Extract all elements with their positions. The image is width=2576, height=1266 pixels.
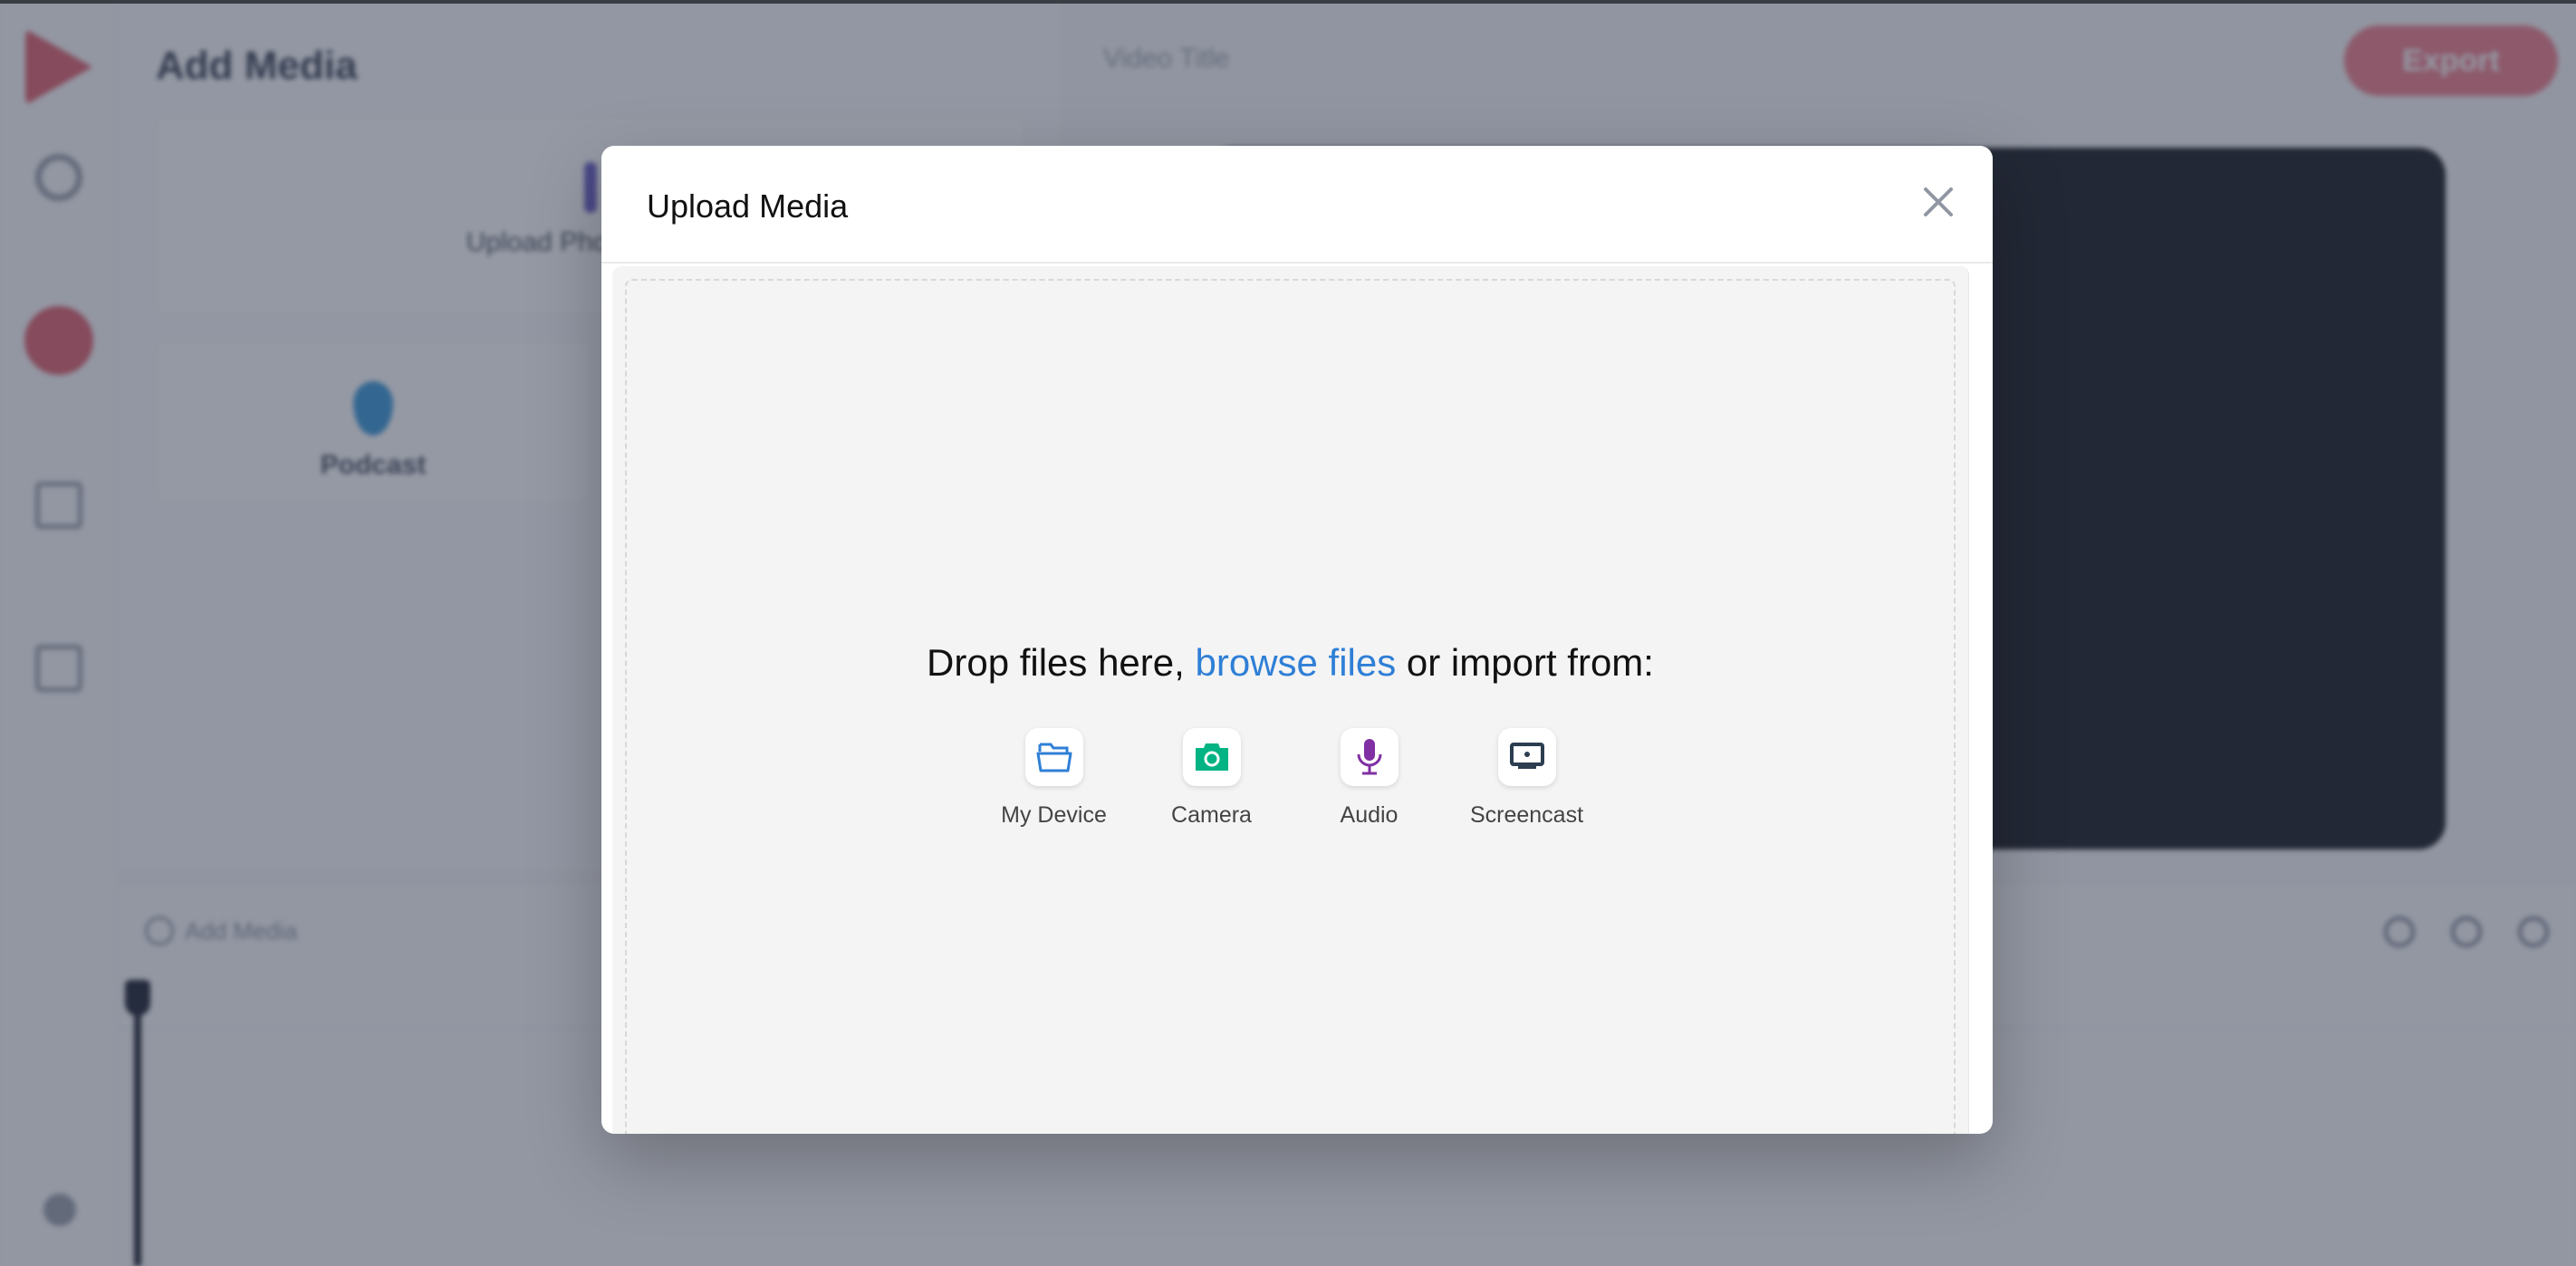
source-screencast[interactable]: Screencast (1448, 728, 1606, 829)
source-camera[interactable]: Camera (1133, 728, 1291, 829)
file-dropzone[interactable]: Drop files here, browse files or import … (625, 279, 1956, 1134)
import-sources: My Device Camera Audio Screencast (627, 728, 1954, 829)
dialog-header: Upload Media (601, 146, 1993, 264)
source-my-device[interactable]: My Device (976, 728, 1133, 829)
drop-instructions: Drop files here, browse files or import … (927, 641, 1654, 684)
upload-media-dialog: Upload Media Drop files here, browse fil… (601, 146, 1993, 1134)
dialog-body: Drop files here, browse files or import … (612, 266, 1969, 1134)
screencast-icon (1509, 743, 1544, 769)
window-top-edge (0, 0, 2576, 4)
dialog-title: Upload Media (647, 187, 849, 225)
folder-icon (1036, 743, 1072, 772)
source-audio[interactable]: Audio (1291, 728, 1448, 829)
microphone-icon (1357, 739, 1381, 775)
close-icon[interactable] (1918, 182, 1958, 222)
browse-files-link[interactable]: browse files (1195, 641, 1396, 684)
camera-icon (1195, 743, 1228, 771)
